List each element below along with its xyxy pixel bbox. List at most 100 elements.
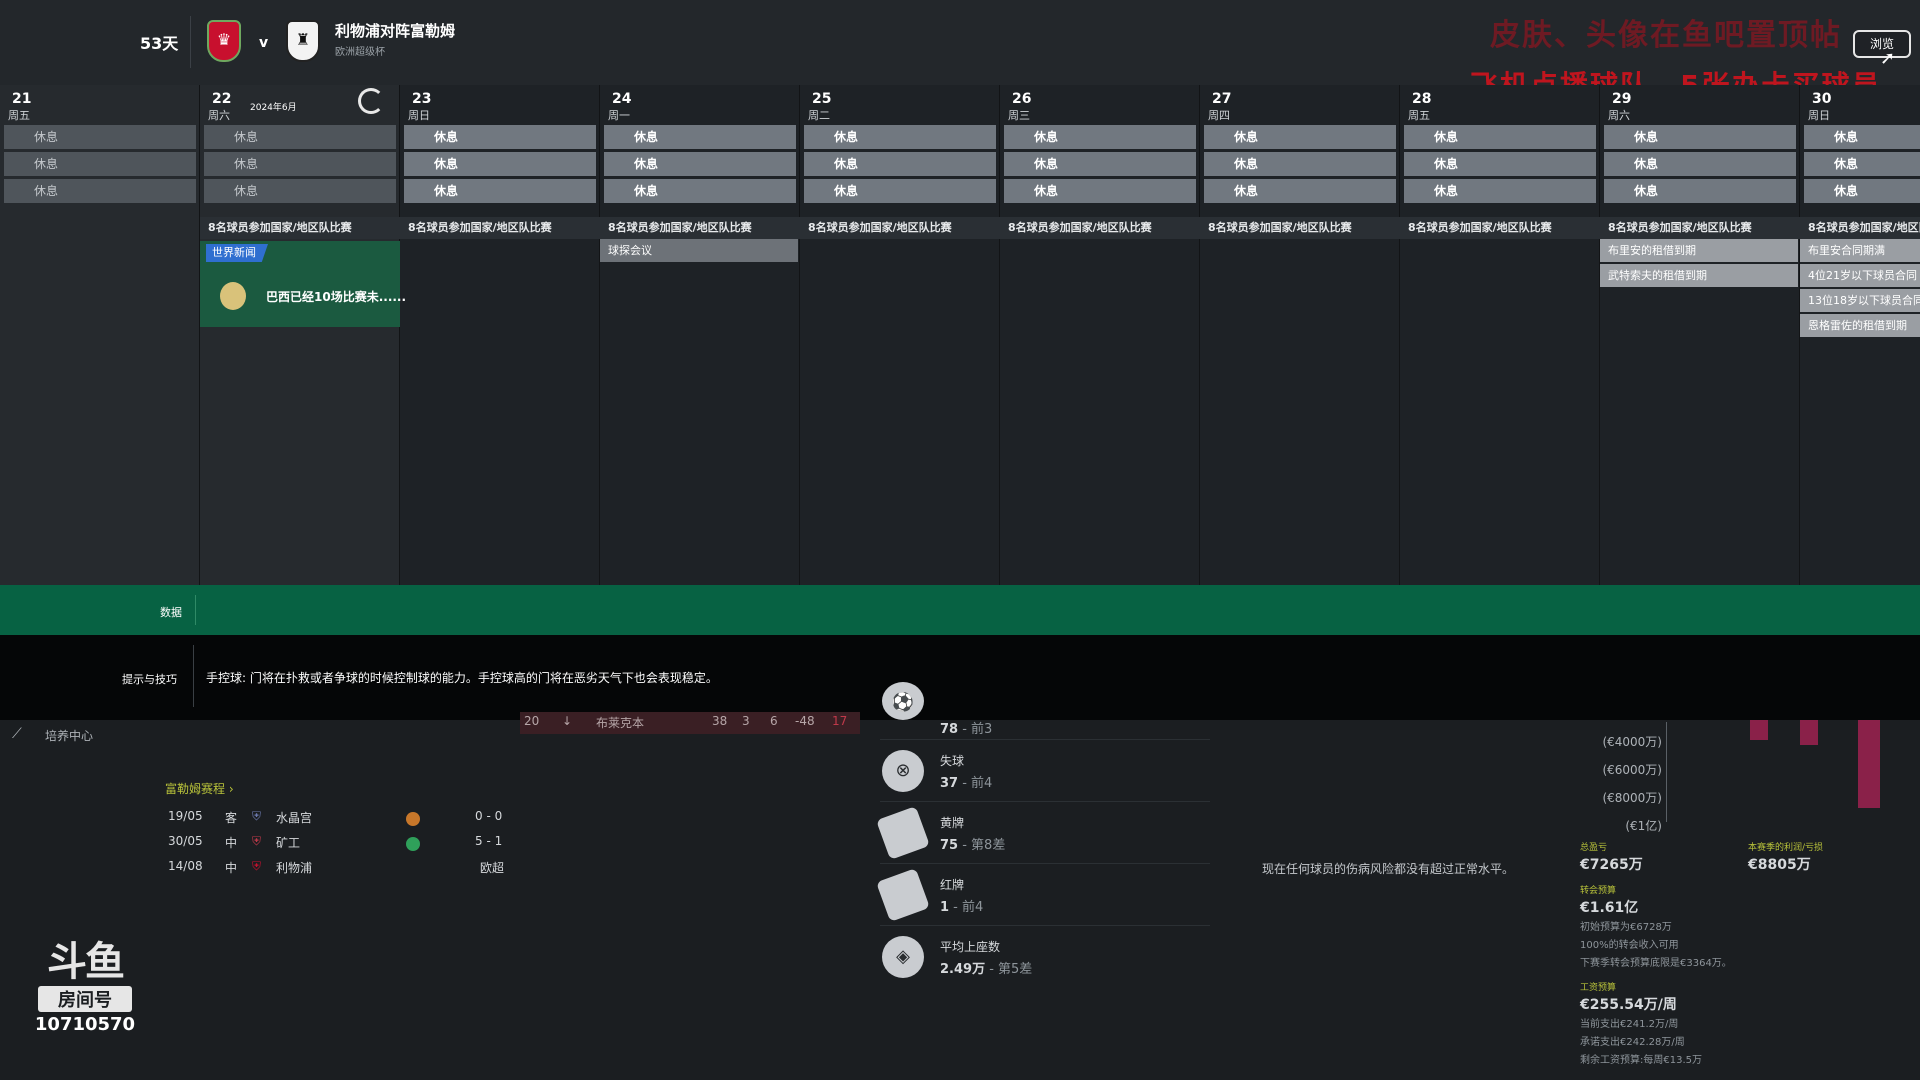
rest-slot[interactable]: 休息 [604,179,796,203]
day-weekday: 周五 [8,109,30,122]
intl-duty-event[interactable]: 8名球员参加国家/地区队比赛 [800,217,1000,239]
rest-slot[interactable]: 休息 [404,179,596,203]
day-number: 30 [1812,91,1832,107]
rest-slot[interactable]: 休息 [204,152,396,176]
rest-slot[interactable]: 休息 [1804,179,1920,203]
rest-slot[interactable]: 休息 [1404,179,1596,203]
intl-duty-event[interactable]: 8名球员参加国家/地区队比赛 [1000,217,1200,239]
rest-slot[interactable]: 休息 [1804,152,1920,176]
calendar-day[interactable]: 21 周五 休息 休息 休息 [0,85,200,585]
contract-expiry-event[interactable]: 4位21岁以下球员合同 [1800,264,1920,287]
loan-expiry-event[interactable]: 布里安的租借到期 [1600,239,1798,262]
data-bar [0,585,1920,635]
scout-meeting-event[interactable]: 球探会议 [600,239,798,262]
intl-duty-event[interactable]: 8名球员参加国家/地区队比赛 [1200,217,1400,239]
rest-slot[interactable]: 休息 [4,125,196,149]
finance-bar [1858,720,1880,808]
calendar-day[interactable]: 30 周日 休息 休息 休息 8名球员参加国家/地区队比赛 布里安合同期满 4位… [1800,85,1920,585]
transfer-budget-value: €1.61亿 [1580,900,1639,916]
intl-duty-event[interactable]: 8名球员参加国家/地区队比赛 [1600,217,1800,239]
news-headline[interactable]: 巴西已经10场比赛未...... [266,288,406,305]
rest-slot[interactable]: 休息 [1204,125,1396,149]
rest-slot[interactable]: 休息 [404,152,596,176]
transfer-note: 100%的转会收入可用 [1580,940,1679,951]
rest-slot[interactable]: 休息 [1004,179,1196,203]
intl-duty-event[interactable]: 8名球员参加国家/地区队比赛 [1800,217,1920,239]
intl-duty-event[interactable]: 8名球员参加国家/地区队比赛 [1400,217,1600,239]
stat-goals[interactable]: ⚽ 78 - 前3 [880,682,1210,740]
y-axis-tick: (€8000万) [1602,791,1662,805]
rest-slot[interactable]: 休息 [1204,179,1396,203]
fixture-row[interactable]: 14/08 中 ⛨ 利物浦 欧超 [168,859,508,879]
calendar-day[interactable]: 27 周四 休息 休息 休息 8名球员参加国家/地区队比赛 [1200,85,1400,585]
rest-slot[interactable]: 休息 [1604,179,1796,203]
day-number: 26 [1012,91,1032,107]
rest-slot[interactable]: 休息 [1804,125,1920,149]
calendar-day[interactable]: 23 周日 休息 休息 休息 8名球员参加国家/地区队比赛 [400,85,600,585]
rest-slot[interactable]: 休息 [404,125,596,149]
rest-slot[interactable]: 休息 [204,179,396,203]
sidebar-item-development-centre[interactable]: 培养中心 [45,727,93,744]
rest-slot[interactable]: 休息 [1604,125,1796,149]
fixtures-link[interactable]: 富勒姆赛程 › [165,780,234,797]
fixture-row[interactable]: 30/05 中 ⛨ 矿工 5 - 1 [168,834,508,854]
rest-slot[interactable]: 休息 [4,152,196,176]
day-number: 27 [1212,91,1232,107]
contract-expiry-event[interactable]: 布里安合同期满 [1800,239,1920,262]
fixture-row[interactable]: 19/05 客 ⛨ 水晶宫 0 - 0 [168,809,508,829]
intl-duty-event[interactable]: 8名球员参加国家/地区队比赛 [400,217,600,239]
rest-slot[interactable]: 休息 [1204,152,1396,176]
day-weekday: 周六 [208,109,230,122]
rest-slot[interactable]: 休息 [604,125,796,149]
rest-slot[interactable]: 休息 [4,179,196,203]
wage-budget-value: €255.54万/周 [1580,997,1677,1013]
table-drawn: 6 [770,714,778,728]
stat-conceded[interactable]: ⊗ 失球 37 - 前4 [880,742,1210,802]
loan-expiry-event[interactable]: 恩格雷佐的租借到期 [1800,314,1920,337]
intl-duty-event[interactable]: 8名球员参加国家/地区队比赛 [600,217,800,239]
finance-bar [1750,720,1768,740]
tips-label: 提示与技巧 [122,673,177,686]
rest-slot[interactable]: 休息 [804,152,996,176]
rest-slot[interactable]: 休息 [1004,152,1196,176]
liverpool-crest-icon[interactable]: ♛ [207,20,241,62]
calendar-day[interactable]: 29 周六 休息 休息 休息 8名球员参加国家/地区队比赛 布里安的租借到期 武… [1600,85,1800,585]
copa-america-logo-icon [220,282,246,310]
data-tab[interactable]: 数据 [160,604,182,620]
rest-slot[interactable]: 休息 [1604,152,1796,176]
stat-value: 1 [940,900,950,915]
rest-slot[interactable]: 休息 [1404,152,1596,176]
wage-budget-label: 工资预算 [1580,983,1617,993]
day-number: 24 [612,91,632,107]
rest-slot[interactable]: 休息 [1004,125,1196,149]
y-axis-tick: (€4000万) [1602,735,1662,749]
fixture-date: 19/05 [168,809,203,823]
calendar-day[interactable]: 22 周六 2024年6月 休息 休息 休息 8名球员参加国家/地区队比赛 [200,85,400,585]
calendar-day[interactable]: 26 周三 休息 休息 休息 8名球员参加国家/地区队比赛 [1000,85,1200,585]
stream-overlay-text: 皮肤、头像在鱼吧置顶帖 [1490,18,1842,53]
day-weekday: 周四 [1208,109,1230,122]
league-table-row[interactable]: 20 ↓ 布莱克本 38 3 6 -48 17 [520,712,860,734]
rest-slot[interactable]: 休息 [1404,125,1596,149]
calendar-day[interactable]: 28 周五 休息 休息 休息 8名球员参加国家/地区队比赛 [1400,85,1600,585]
injury-risk-text: 现在任何球员的伤病风险都没有超过正常水平。 [1262,862,1515,876]
rest-slot[interactable]: 休息 [204,125,396,149]
rest-slot[interactable]: 休息 [604,152,796,176]
win-result-icon [406,837,420,851]
rest-slot[interactable]: 休息 [804,125,996,149]
stat-red-cards[interactable]: 红牌 1 - 前4 [876,866,1210,926]
calendar-day[interactable]: 25 周二 休息 休息 休息 8名球员参加国家/地区队比赛 [800,85,1000,585]
fixture-competition: 欧超 [480,861,505,875]
contract-expiry-event[interactable]: 13位18岁以下球员合同 [1800,289,1920,312]
stat-rank: - 前3 [958,722,993,737]
stat-attendance[interactable]: ◈ 平均上座数 2.49万 - 第5差 [880,928,1210,988]
intl-duty-event[interactable]: 8名球员参加国家/地区队比赛 [200,217,400,239]
calendar-day[interactable]: 24 周一 休息 休息 休息 8名球员参加国家/地区队比赛 球探会议 [600,85,800,585]
fulham-crest-icon[interactable]: ♜ [286,20,320,62]
day-weekday: 周五 [1408,109,1430,122]
stat-name: 黄牌 [940,816,965,830]
stat-yellow-cards[interactable]: 黄牌 75 - 第8差 [876,804,1210,864]
match-title[interactable]: 利物浦对阵富勒姆 [335,20,455,41]
loan-expiry-event[interactable]: 武特索夫的租借到期 [1600,264,1798,287]
rest-slot[interactable]: 休息 [804,179,996,203]
